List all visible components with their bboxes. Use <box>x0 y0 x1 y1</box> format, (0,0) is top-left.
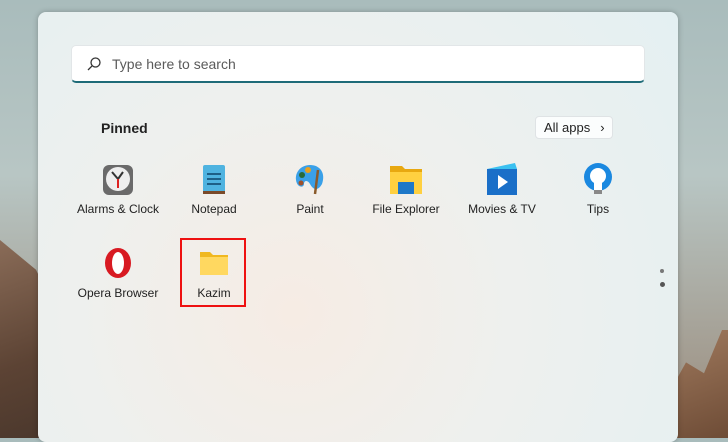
search-placeholder: Type here to search <box>112 55 236 72</box>
all-apps-button[interactable]: All apps › <box>535 116 613 139</box>
lightbulb-icon <box>584 163 612 194</box>
pinned-app-opera[interactable]: Opera Browser <box>70 246 166 300</box>
notepad-icon <box>203 165 225 194</box>
app-label: Movies & TV <box>468 202 536 216</box>
pinned-app-paint[interactable]: Paint <box>262 162 358 216</box>
opera-icon <box>105 248 131 278</box>
pinned-heading: Pinned <box>101 120 148 136</box>
pinned-app-movies-tv[interactable]: Movies & TV <box>454 162 550 216</box>
file-explorer-icon <box>390 166 422 194</box>
pinned-app-alarms-clock[interactable]: Alarms & Clock <box>70 162 166 216</box>
highlight-box <box>180 238 246 307</box>
pinned-app-notepad[interactable]: Notepad <box>166 162 262 216</box>
app-label: Notepad <box>191 202 237 216</box>
page-dot-active[interactable] <box>660 282 665 287</box>
page-dot[interactable] <box>660 269 664 273</box>
pinned-app-tips[interactable]: Tips <box>550 162 646 216</box>
app-label: Paint <box>296 202 324 216</box>
app-label: File Explorer <box>372 202 440 216</box>
paint-palette-icon <box>295 165 324 195</box>
app-label: Tips <box>586 202 610 216</box>
app-label: Alarms & Clock <box>76 202 159 216</box>
start-menu: Type here to search Pinned All apps › Ala… <box>38 12 678 442</box>
app-label: Opera Browser <box>77 286 159 300</box>
all-apps-label: All apps <box>544 120 591 135</box>
search-input[interactable]: Type here to search <box>71 45 645 83</box>
movies-tv-icon <box>487 163 517 195</box>
pinned-app-file-explorer[interactable]: File Explorer <box>358 162 454 216</box>
chevron-right-icon: › <box>600 120 605 135</box>
alarm-clock-icon <box>103 165 133 195</box>
search-icon <box>87 56 101 70</box>
